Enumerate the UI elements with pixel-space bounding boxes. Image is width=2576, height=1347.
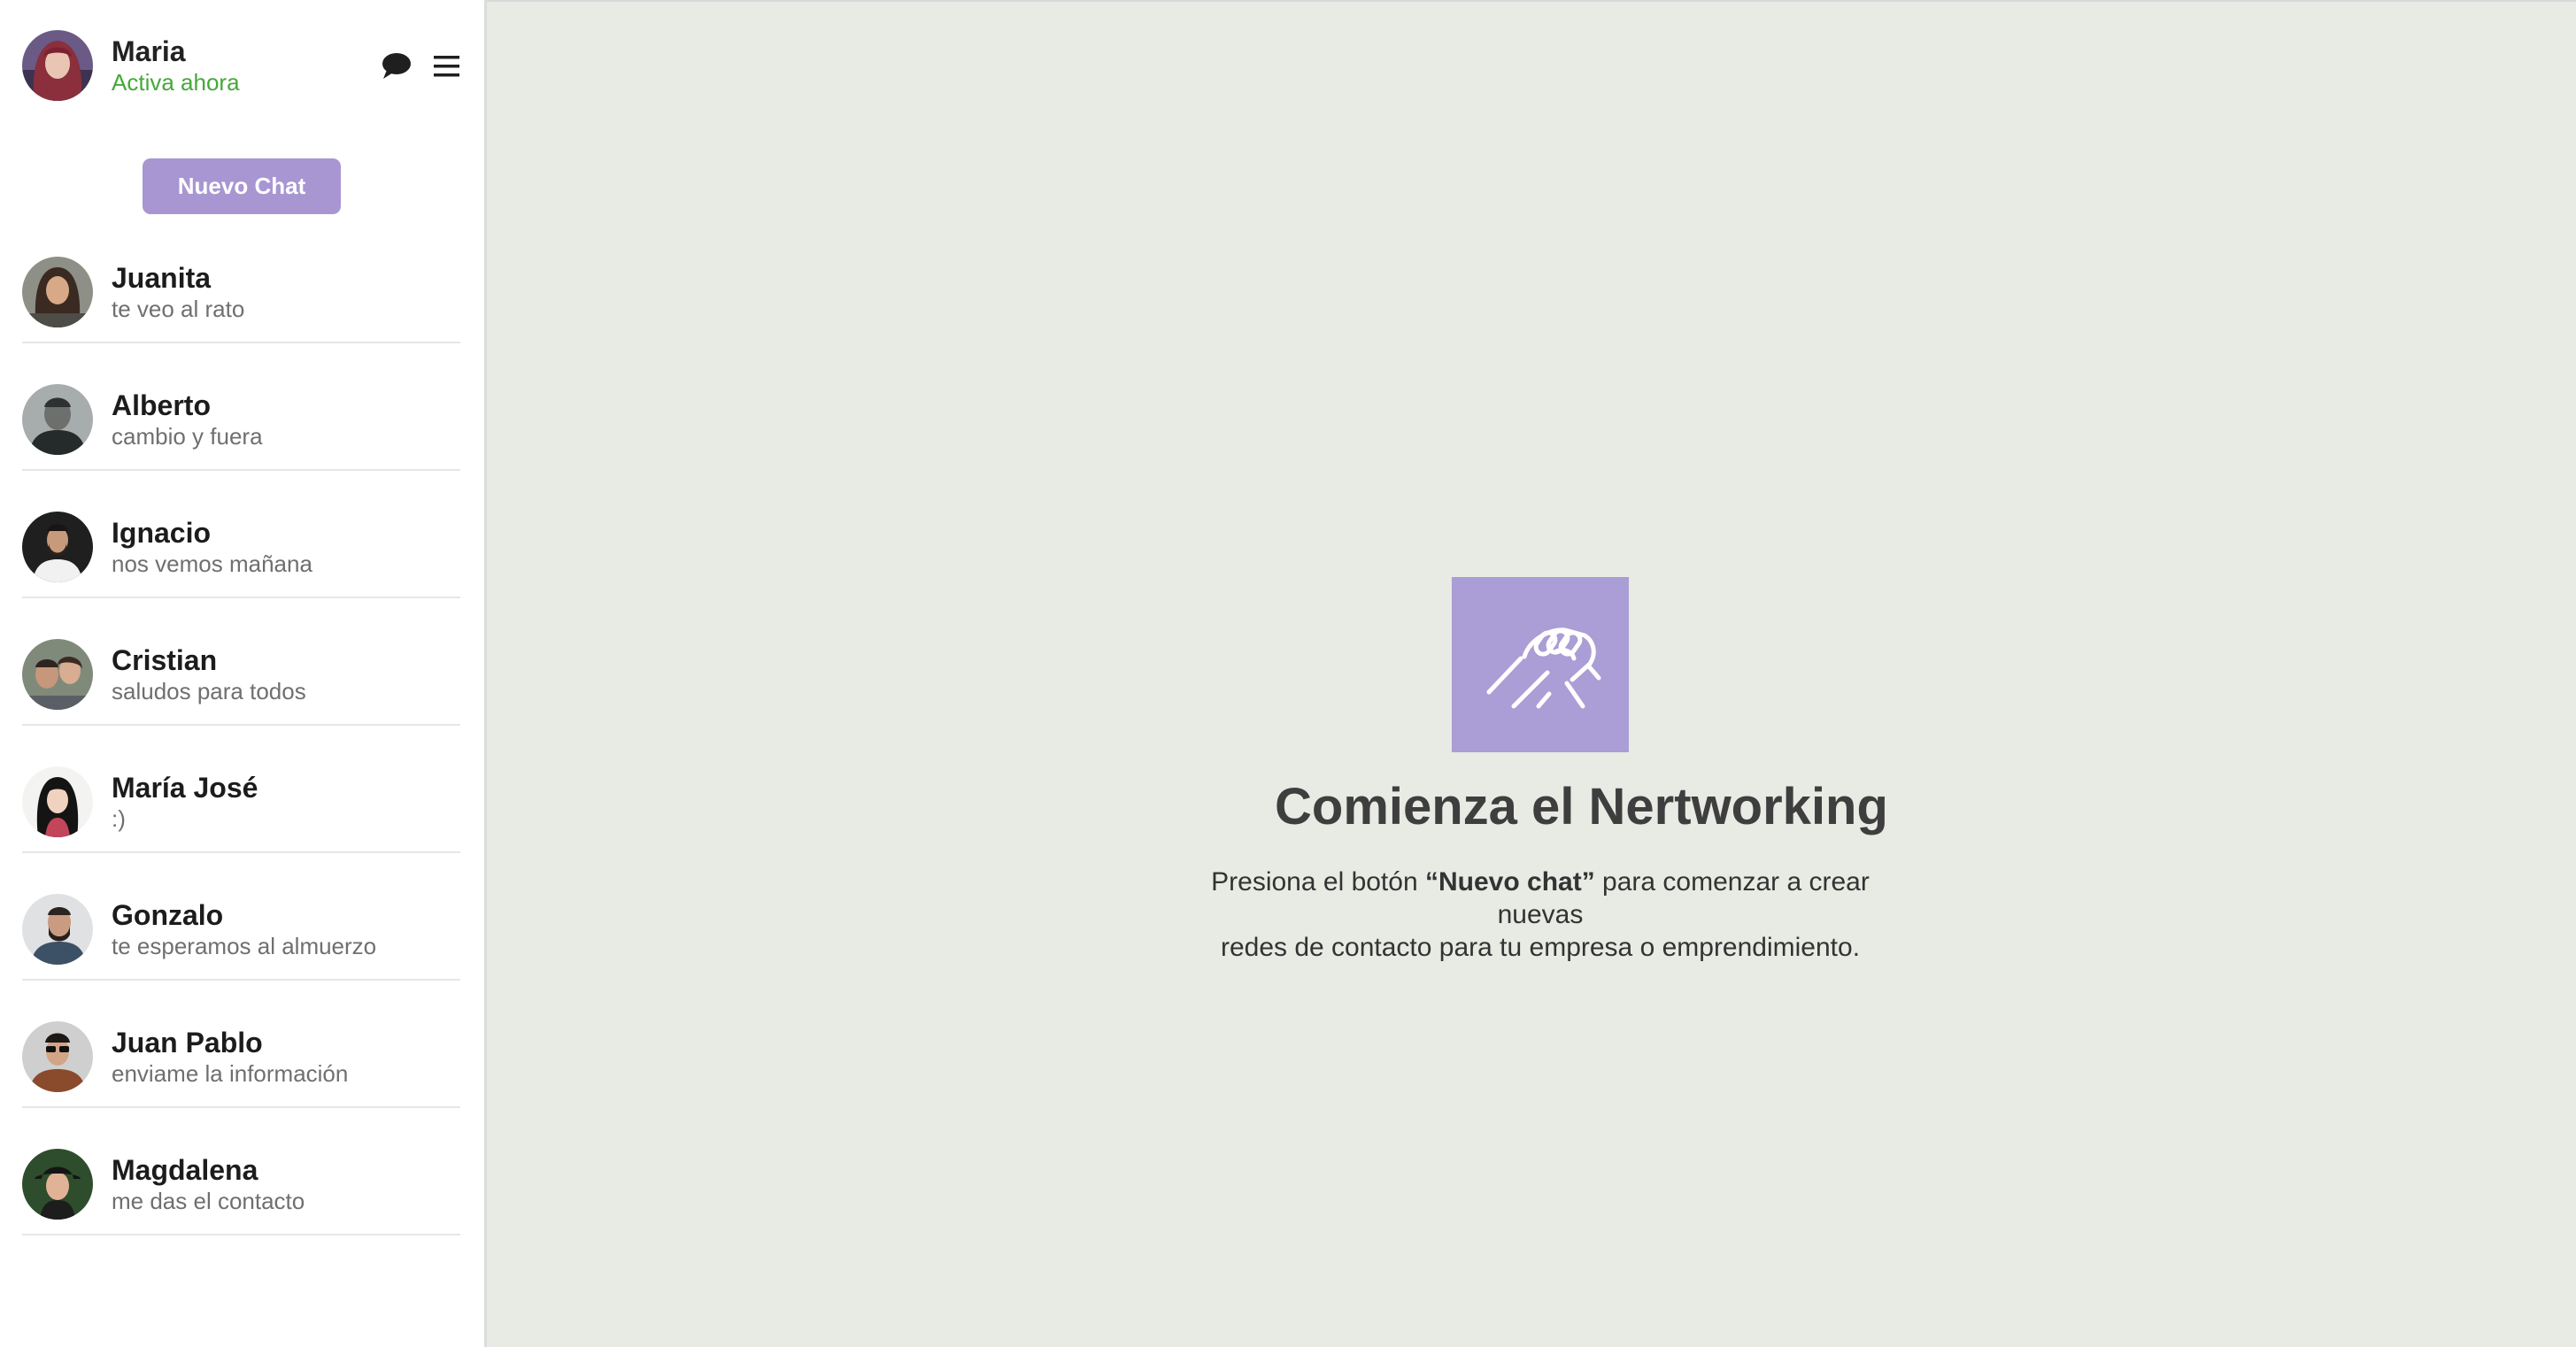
contact-last-message: cambio y fuera xyxy=(112,423,263,450)
menu-icon[interactable] xyxy=(431,50,465,83)
description-line-1: Presiona el botón “Nuevo chat” para come… xyxy=(1142,866,1939,898)
contact-last-message: saludos para todos xyxy=(112,678,306,704)
contact-avatar xyxy=(22,1149,93,1220)
profile-avatar[interactable] xyxy=(22,30,93,101)
contact-last-message: te esperamos al almuerzo xyxy=(112,933,377,959)
divider xyxy=(22,1106,460,1108)
profile-name: Maria xyxy=(112,35,186,67)
description-text: Presiona el botón xyxy=(1211,867,1425,897)
contact-name: Juanita xyxy=(112,262,212,294)
contact-avatar xyxy=(22,257,93,327)
contact-item[interactable]: Juanita te veo al rato xyxy=(0,241,487,368)
contact-list: Juanita te veo al rato Alberto cambio y … xyxy=(0,241,487,1260)
profile-status: Activa ahora xyxy=(112,69,240,96)
new-chat-button[interactable]: Nuevo Chat xyxy=(143,158,341,214)
contact-item[interactable]: Ignacio nos vemos mañana xyxy=(0,496,487,623)
contact-item[interactable]: Alberto cambio y fuera xyxy=(0,368,487,496)
contact-name: Ignacio xyxy=(112,517,212,549)
divider xyxy=(22,342,460,343)
contact-avatar xyxy=(22,894,93,965)
empty-state-description: Presiona el botón “Nuevo chat” para come… xyxy=(1142,866,1939,964)
contact-last-message: enviame la información xyxy=(112,1060,349,1087)
chat-bubble-icon[interactable] xyxy=(379,50,413,83)
description-highlight: “Nuevo chat” xyxy=(1424,867,1595,897)
contact-item[interactable]: Cristian saludos para todos xyxy=(0,623,487,750)
contact-name: Cristian xyxy=(112,644,218,676)
sidebar: Maria Activa ahora Nuevo Chat Juanita te… xyxy=(0,0,487,1347)
divider xyxy=(22,597,460,598)
handshake-icon xyxy=(1452,577,1629,752)
divider xyxy=(22,469,460,471)
description-line-2: nuevas xyxy=(1497,900,1584,929)
contact-avatar xyxy=(22,639,93,710)
contact-item[interactable]: María José :) xyxy=(0,750,487,878)
contact-last-message: nos vemos mañana xyxy=(112,550,312,577)
divider xyxy=(22,851,460,853)
description-text: para comenzar a crear xyxy=(1594,867,1870,897)
contact-name: Magdalena xyxy=(112,1154,258,1186)
contact-last-message: :) xyxy=(112,805,126,832)
contact-avatar xyxy=(22,512,93,582)
contact-last-message: te veo al rato xyxy=(112,296,245,322)
contact-item[interactable]: Magdalena me das el contacto xyxy=(0,1133,487,1260)
contact-name: Juan Pablo xyxy=(112,1027,263,1058)
contact-name: Gonzalo xyxy=(112,899,224,931)
contact-item[interactable]: Gonzalo te esperamos al almuerzo xyxy=(0,878,487,1005)
main-panel: Comienza el Nertworking Presiona el botó… xyxy=(487,0,2576,1347)
contact-item[interactable]: Juan Pablo enviame la información xyxy=(0,1005,487,1133)
divider xyxy=(22,724,460,726)
description-line-3: redes de contacto para tu empresa o empr… xyxy=(1220,933,1861,962)
contact-last-message: me das el contacto xyxy=(112,1188,305,1214)
empty-state-title: Comienza el Nertworking xyxy=(1275,778,1888,835)
contact-avatar xyxy=(22,384,93,455)
contact-name: Alberto xyxy=(112,389,211,421)
contact-avatar xyxy=(22,766,93,837)
contact-name: María José xyxy=(112,772,258,804)
profile-header: Maria Activa ahora xyxy=(22,30,465,104)
divider xyxy=(22,979,460,981)
divider xyxy=(22,1234,460,1235)
contact-avatar xyxy=(22,1021,93,1092)
